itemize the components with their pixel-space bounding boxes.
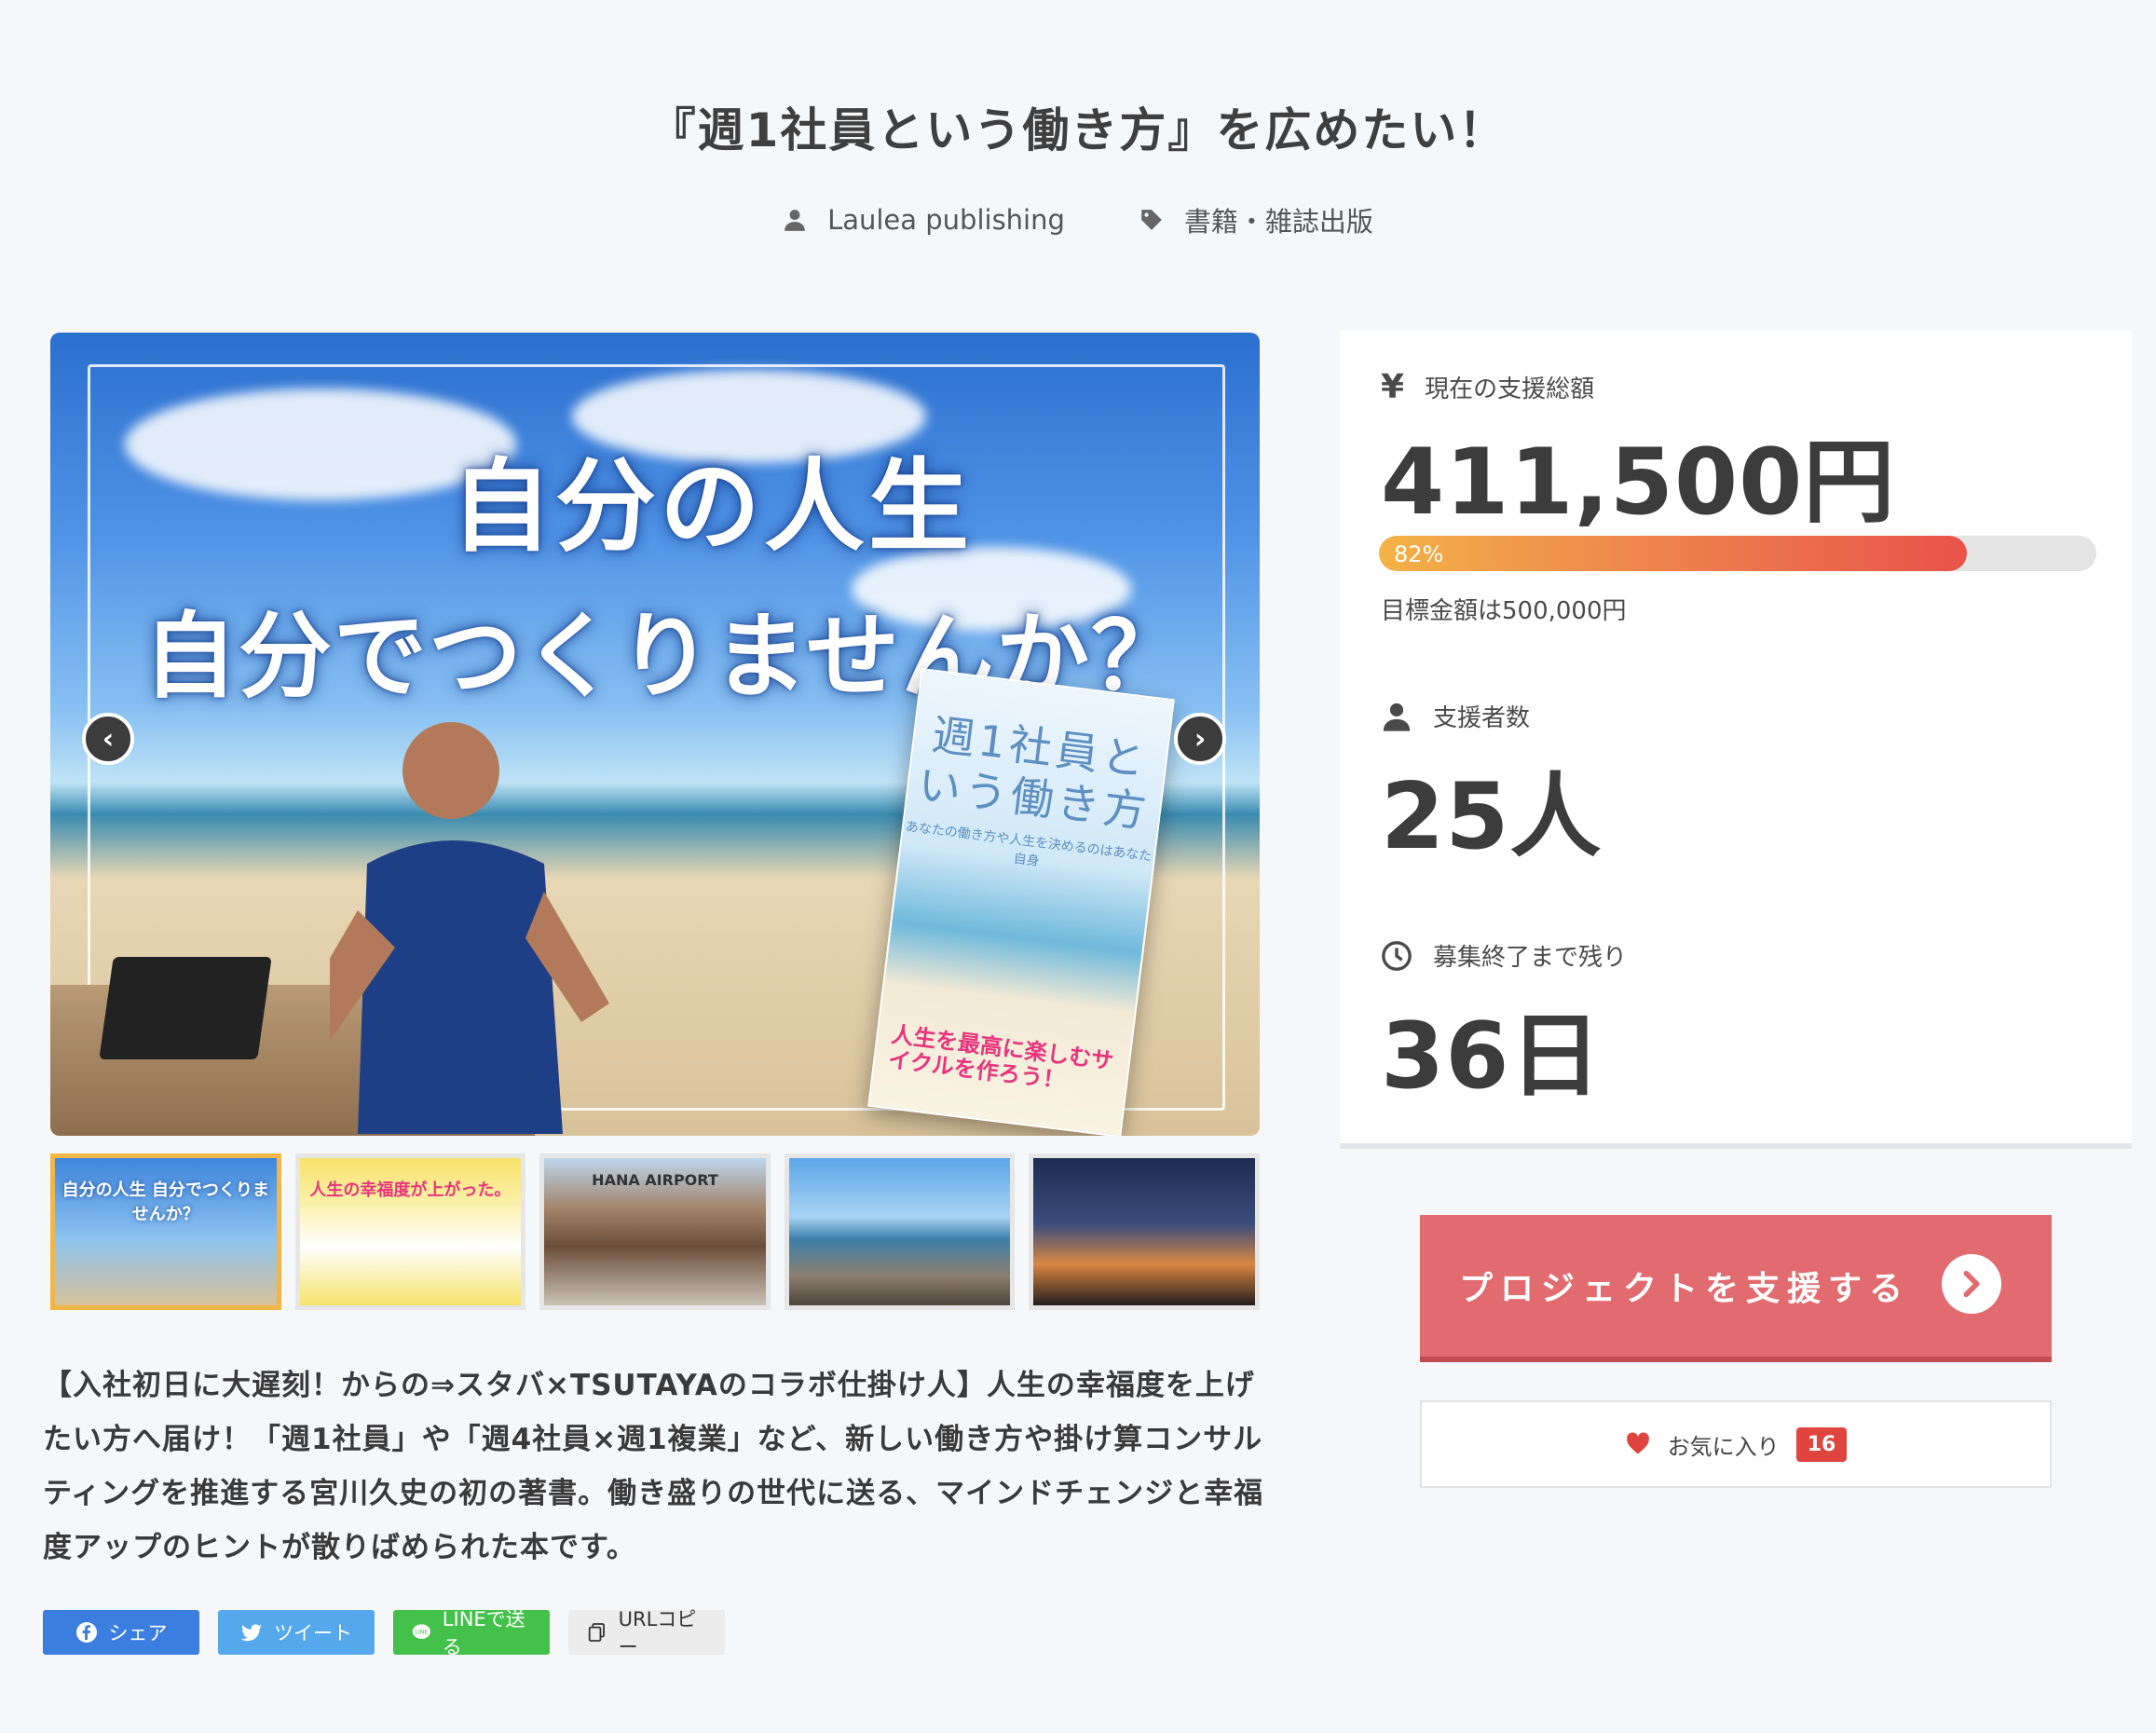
support-project-label: プロジェクトを支援する [1459,1270,1911,1308]
supporters-label: 支援者数 [1433,704,1531,732]
prev-slide-button[interactable]: ‹ [82,713,134,765]
thumbnail-1[interactable]: 自分の人生 自分でつくりませんか？ [50,1153,281,1310]
favorite-button[interactable]: お気に入り 16 [1420,1400,2052,1488]
total-funding-label: 現在の支援総額 [1425,375,1595,403]
hero-headline: 自分の人生 自分でつくりませんか？ [143,426,1187,716]
total-funding-value: 411,500円 [1381,430,1896,536]
remaining-value: 36日 [1381,1003,1603,1110]
copy-icon [588,1623,605,1642]
supporters-stat: 支援者数 25人 [1381,699,1602,875]
facebook-share-button[interactable]: シェア [43,1610,199,1655]
support-project-button[interactable]: プロジェクトを支援する [1420,1215,2052,1362]
line-icon: LINE [412,1624,430,1639]
funding-panel: ¥ 現在の支援総額 411,500円 82% 目標金額は500,000円 支援者… [1340,331,2132,1149]
thumbnail-2[interactable]: 人生の幸福度が上がった。 [294,1153,526,1310]
author-link[interactable]: Laulea publishing [783,200,1065,239]
hero-slideshow[interactable]: 自分の人生 自分でつくりませんか？ 週1社員という働き方 あなたの働き方や人生を… [50,333,1260,1136]
remaining-stat: 募集終了まで残り 36日 [1381,938,1627,1114]
page-title: 『週1社員という働き方』を広めたい！ [648,103,1508,157]
thumbnail-3[interactable]: HANA AIRPORT [539,1153,771,1310]
heart-icon [1626,1432,1649,1454]
svg-text:LINE: LINE [416,1630,429,1636]
share-buttons: シェア ツイート LINE LINEで送る URLコピー [43,1608,725,1658]
progress-percent: 82% [1394,541,1444,567]
copy-url-button[interactable]: URLコピー [568,1608,725,1658]
total-funding: ¥ 現在の支援総額 411,500円 [1381,368,1895,540]
person-figure [330,722,609,1134]
line-share-label: LINEで送る [442,1608,525,1658]
supporters-value: 25人 [1381,764,1603,870]
thumbnail-strip: 自分の人生 自分でつくりませんか？ 人生の幸福度が上がった。 HANA AIRP… [50,1153,1260,1310]
line-share-button[interactable]: LINE LINEで送る [393,1608,550,1658]
yen-icon: ¥ [1381,368,1405,406]
copy-url-label: URLコピー [618,1608,697,1658]
user-icon [1383,703,1411,731]
thumbnail-5[interactable] [1029,1153,1260,1310]
favorite-count-badge: 16 [1795,1426,1848,1462]
chevron-right-icon: › [1194,722,1207,756]
author-name: Laulea publishing [827,204,1065,236]
book-band: 人生を最高に楽しむサイクルを作ろう！ [886,1021,1115,1095]
project-description: 【入社初日に大遅刻！からの⇒スタバ×TSUTAYAのコラボ仕掛け人】人生の幸福度… [43,1369,1264,1564]
category-name: 書籍・雑誌出版 [1183,206,1373,238]
goal-amount: 目標金額は500,000円 [1381,597,1627,625]
facebook-icon [75,1622,97,1643]
thumbnail-caption: 自分の人生 自分でつくりませんか？ [61,1180,269,1224]
project-meta: Laulea publishing 書籍・雑誌出版 [0,200,2156,239]
facebook-share-label: シェア [108,1622,168,1644]
tag-icon [1141,210,1162,230]
favorite-label: お気に入り [1667,1433,1780,1460]
twitter-share-label: ツイート [274,1622,352,1644]
thumbnail-caption: 人生の幸福度が上がった。 [309,1180,512,1200]
twitter-share-button[interactable]: ツイート [218,1610,375,1655]
clock-icon [1382,940,1412,971]
hero-headline-line1: 自分の人生 [451,449,974,566]
thumbnail-caption: HANA AIRPORT [592,1171,718,1189]
user-icon [785,210,805,231]
remaining-label: 募集終了まで残り [1433,944,1628,972]
progress-fill [1379,536,1968,571]
chevron-left-icon: ‹ [102,722,115,756]
book-cover: 週1社員という働き方 あなたの働き方や人生を決めるのはあなた自身 人生を最高に楽… [867,668,1175,1136]
twitter-icon [241,1624,262,1642]
funding-progress-bar: 82% [1379,536,2096,571]
next-slide-button[interactable]: › [1174,713,1226,765]
thumbnail-4[interactable] [784,1153,1016,1310]
book-title: 週1社員という働き方 [915,709,1153,839]
laptop-shape [99,957,272,1059]
chevron-right-icon [1942,1254,2001,1314]
category-link[interactable]: 書籍・雑誌出版 [1139,200,1373,239]
